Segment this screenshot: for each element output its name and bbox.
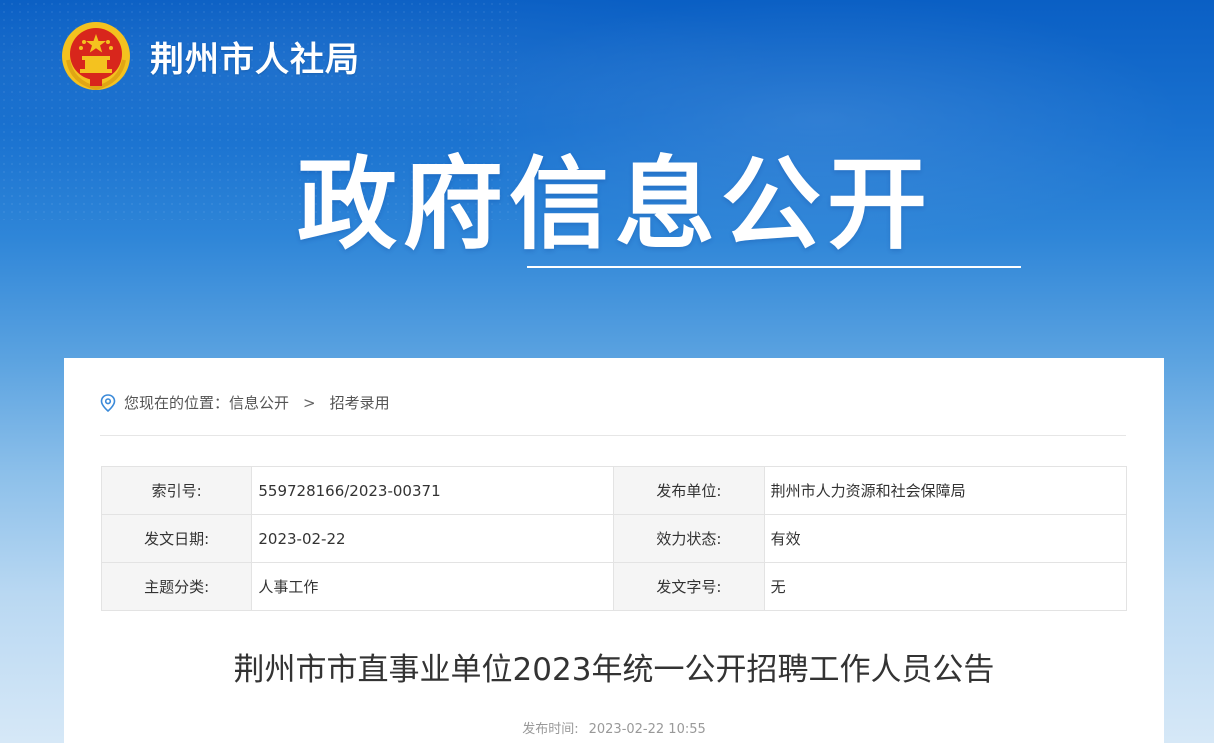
content-card: 您现在的位置： 信息公开 > 招考录用 索引号: 559728166/2023-… bbox=[64, 358, 1164, 743]
breadcrumb-divider bbox=[100, 435, 1126, 436]
national-emblem-icon[interactable] bbox=[60, 20, 132, 92]
breadcrumb-item-recruitment[interactable]: 招考录用 bbox=[330, 392, 390, 413]
breadcrumb-separator: > bbox=[303, 393, 316, 412]
meta-label-doc-number: 发文字号: bbox=[613, 562, 765, 611]
meta-label-index: 索引号: bbox=[100, 466, 253, 515]
meta-value-issue-date: 2023-02-22 bbox=[251, 514, 615, 563]
meta-label-validity: 效力状态: bbox=[613, 514, 765, 563]
meta-value-index: 559728166/2023-00371 bbox=[251, 466, 615, 515]
breadcrumb-item-info-disclosure[interactable]: 信息公开 bbox=[229, 392, 289, 413]
site-name[interactable]: 荆州市人社局 bbox=[150, 32, 360, 81]
publish-time: 发布时间: 2023-02-22 10:55 bbox=[64, 718, 1164, 737]
site-header: 荆州市人社局 bbox=[60, 16, 360, 96]
table-row: 发文日期: 2023-02-22 效力状态: 有效 bbox=[100, 514, 1128, 563]
breadcrumb-prefix: 您现在的位置： bbox=[124, 394, 230, 412]
meta-label-publisher: 发布单位: bbox=[613, 466, 765, 515]
meta-label-issue-date: 发文日期: bbox=[100, 514, 253, 563]
meta-value-validity: 有效 bbox=[763, 514, 1128, 563]
meta-value-doc-number: 无 bbox=[763, 562, 1128, 611]
table-row: 索引号: 559728166/2023-00371 发布单位: 荆州市人力资源和… bbox=[100, 466, 1128, 515]
meta-label-topic: 主题分类: bbox=[100, 562, 253, 611]
page-hero-title: 政府信息公开 bbox=[297, 146, 933, 263]
publish-time-label: 发布时间: bbox=[522, 722, 579, 737]
breadcrumb: 您现在的位置： 信息公开 > 招考录用 bbox=[100, 392, 390, 413]
location-pin-icon bbox=[100, 393, 116, 412]
table-row: 主题分类: 人事工作 发文字号: 无 bbox=[100, 562, 1128, 611]
hero-underline bbox=[527, 266, 1021, 268]
publish-time-value: 2023-02-22 10:55 bbox=[588, 722, 706, 737]
meta-value-topic: 人事工作 bbox=[251, 562, 615, 611]
document-meta-table: 索引号: 559728166/2023-00371 发布单位: 荆州市人力资源和… bbox=[100, 466, 1128, 611]
meta-value-publisher: 荆州市人力资源和社会保障局 bbox=[763, 466, 1128, 515]
article-title: 荆州市市直事业单位2023年统一公开招聘工作人员公告 bbox=[233, 652, 995, 688]
